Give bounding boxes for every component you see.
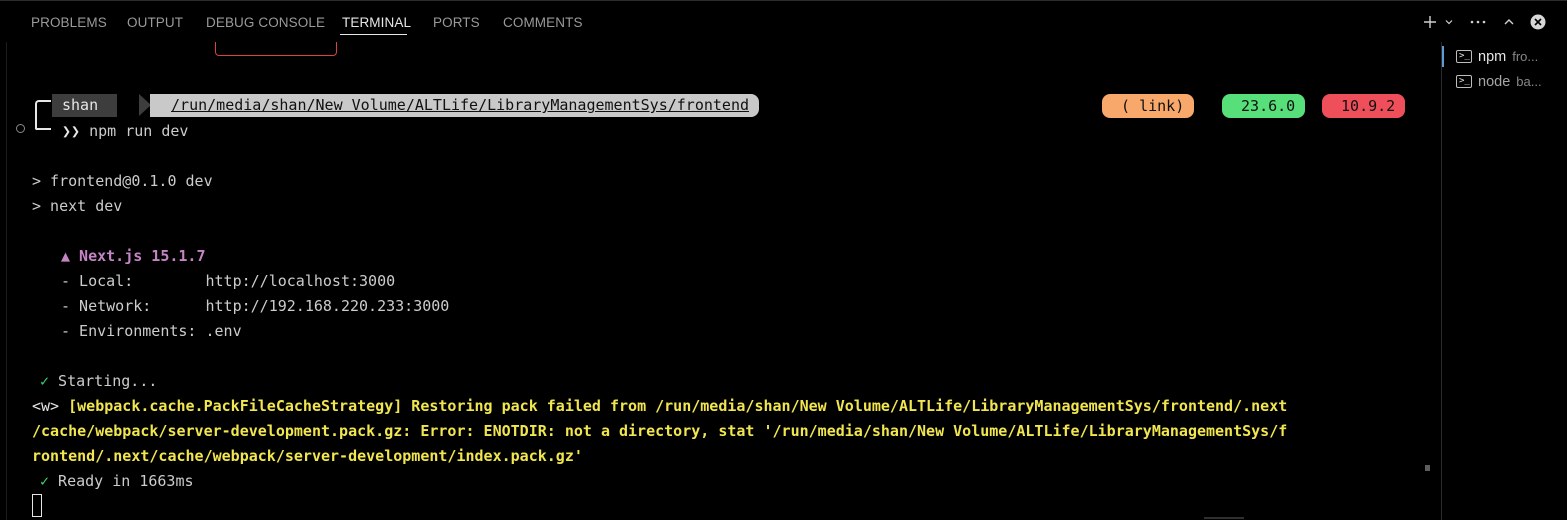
scrollbar-marker <box>1425 465 1430 471</box>
ellipsis-icon <box>1470 20 1486 24</box>
output-line: > next dev <box>32 197 123 215</box>
more-actions-button[interactable] <box>1467 11 1489 33</box>
prompt-path-segment: /run/media/shan/New Volume/ALTLife/Libra… <box>150 94 759 117</box>
close-icon <box>1530 14 1546 30</box>
local-url-line[interactable]: - Local: http://localhost:3000 <box>61 269 395 294</box>
check-icon: ✓ <box>40 372 50 390</box>
prompt-path[interactable]: /run/media/shan/New Volume/ALTLife/Libra… <box>171 96 749 114</box>
terminal-cursor <box>32 494 42 517</box>
chevron-up-icon <box>1504 19 1514 25</box>
terminal-icon: >_ <box>1456 50 1472 63</box>
prompt-bracket-top <box>35 100 51 128</box>
check-icon: ✓ <box>40 472 50 490</box>
terminal-profile-dropdown[interactable] <box>1442 11 1456 33</box>
maximize-panel-button[interactable] <box>1500 11 1518 33</box>
tab-debug-console[interactable]: DEBUG CONSOLE <box>206 15 325 30</box>
close-panel-button[interactable] <box>1529 11 1547 33</box>
resize-handle[interactable] <box>1204 517 1244 519</box>
terminal-list: >_ npm fro... >_ node ba... <box>1441 42 1567 520</box>
plus-icon <box>1424 16 1436 28</box>
warning-line: rontend/.next/cache/webpack/server-devel… <box>32 447 583 465</box>
new-terminal-button[interactable] <box>1421 11 1439 33</box>
prompt-arrow-icon: ❯❯ <box>62 122 81 140</box>
environments-line: - Environments: .env <box>61 322 242 340</box>
tab-output[interactable]: OUTPUT <box>127 15 183 30</box>
terminal-name: node <box>1478 73 1511 90</box>
tab-ports[interactable]: PORTS <box>433 15 480 30</box>
starting-text: Starting... <box>49 372 158 390</box>
command-line: ❯❯ npm run dev <box>62 119 188 144</box>
panel-tab-bar: PROBLEMS OUTPUT DEBUG CONSOLE TERMINAL P… <box>0 0 1567 42</box>
prompt-user: shan <box>62 96 108 114</box>
network-url-line[interactable]: - Network: http://192.168.220.233:3000 <box>61 294 449 319</box>
terminal-list-item-node[interactable]: >_ node ba... <box>1442 69 1567 94</box>
command-decoration-icon[interactable] <box>16 124 25 133</box>
terminal-list-item-npm[interactable]: >_ npm fro... <box>1442 44 1567 69</box>
warning-tag: <w> <box>32 397 60 415</box>
tab-comments[interactable]: COMMENTS <box>503 15 583 30</box>
warning-line: /cache/webpack/server-development.pack.g… <box>32 422 1288 440</box>
nextjs-banner: ▲ Next.js 15.1.7 <box>61 247 206 265</box>
tab-problems[interactable]: PROBLEMS <box>31 15 107 30</box>
npm-version-badge: 10.9.2 <box>1322 94 1406 118</box>
warning-line: <w> [webpack.cache.PackFileCacheStrategy… <box>32 394 1287 419</box>
ready-line: ✓ Ready in 1663ms <box>40 469 194 494</box>
command-text: npm run dev <box>89 122 189 140</box>
warning-text: [webpack.cache.PackFileCacheStrategy] Re… <box>59 397 1288 415</box>
prompt-bracket-bottom <box>35 128 51 130</box>
chevron-down-icon <box>1445 20 1453 25</box>
terminal-name: npm <box>1478 48 1507 65</box>
prompt-user-segment: shan <box>52 94 118 117</box>
node-version-badge: 23.6.0 <box>1222 94 1306 118</box>
output-line: > frontend@0.1.0 dev <box>32 172 213 190</box>
terminal-subtitle: ba... <box>1516 74 1542 89</box>
terminal-icon: >_ <box>1456 75 1472 88</box>
starting-line: ✓ Starting... <box>40 369 157 394</box>
tab-terminal[interactable]: TERMINAL <box>342 15 411 30</box>
terminal-subtitle: fro... <box>1512 49 1539 64</box>
terminal-output[interactable]: shan /run/media/shan/New Volume/ALTLife/… <box>0 42 1424 520</box>
git-status-badge: ( link) <box>1102 94 1195 118</box>
terminal-scrollbar[interactable] <box>1424 42 1438 520</box>
active-tab-indicator <box>340 34 407 35</box>
ready-text: Ready in 1663ms <box>49 472 194 490</box>
